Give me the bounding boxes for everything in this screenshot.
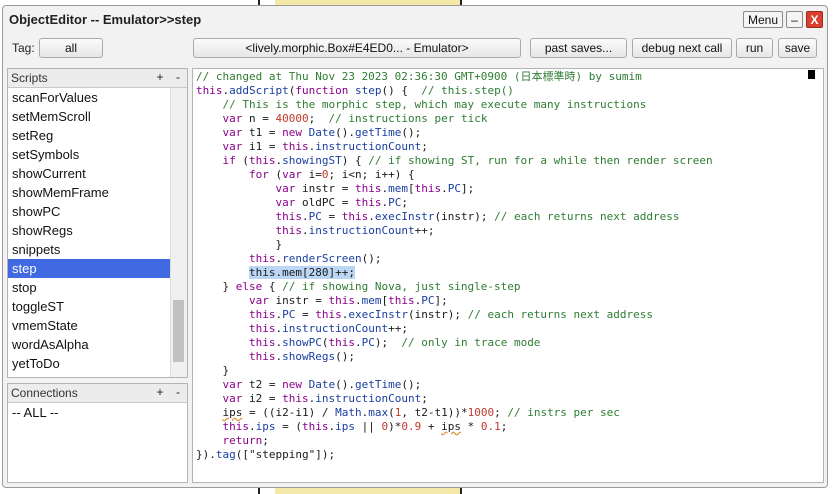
script-item-showpc[interactable]: showPC bbox=[8, 202, 171, 221]
connections-pane: Connections + - -- ALL -- bbox=[7, 383, 188, 483]
add-connection-button[interactable]: + bbox=[153, 385, 167, 400]
editor-scroll-marker bbox=[808, 70, 815, 79]
code-line[interactable]: this.instructionCount++; bbox=[196, 224, 713, 238]
add-script-button[interactable]: + bbox=[153, 70, 167, 85]
script-item-scanforvalues[interactable]: scanForValues bbox=[8, 88, 171, 107]
script-item-step[interactable]: step bbox=[8, 259, 171, 278]
code-line[interactable]: var t1 = new Date().getTime(); bbox=[196, 126, 713, 140]
script-item-vmemstate[interactable]: vmemState bbox=[8, 316, 171, 335]
code-line[interactable]: ips = ((i2-i1) / Math.max(1, t2-t1))*100… bbox=[196, 406, 713, 420]
title-bar[interactable]: ObjectEditor -- Emulator>>step Menu – X bbox=[3, 6, 827, 33]
menu-button[interactable]: Menu bbox=[743, 11, 783, 28]
code-line[interactable]: var instr = this.mem[this.PC]; bbox=[196, 182, 713, 196]
scripts-pane: Scripts + - scanForValues setMemScroll set… bbox=[7, 68, 188, 378]
code-line[interactable]: this.PC = this.execInstr(instr); // each… bbox=[196, 210, 713, 224]
script-item-showmemframe[interactable]: showMemFrame bbox=[8, 183, 171, 202]
code-line[interactable]: var n = 40000; // instructions per tick bbox=[196, 112, 713, 126]
code-line[interactable]: return; bbox=[196, 434, 713, 448]
code-line[interactable]: for (var i=0; i<n; i++) { bbox=[196, 168, 713, 182]
code-line[interactable]: var instr = this.mem[this.PC]; bbox=[196, 294, 713, 308]
code-line[interactable]: this.PC = this.execInstr(instr); // each… bbox=[196, 308, 713, 322]
tag-label: Tag: bbox=[12, 41, 35, 55]
scripts-list: scanForValues setMemScroll setReg setSymbol… bbox=[8, 88, 171, 377]
code-line[interactable]: var i1 = this.instructionCount; bbox=[196, 140, 713, 154]
code-editor[interactable]: // changed at Thu Nov 23 2023 02:36:30 G… bbox=[192, 68, 824, 483]
tag-selector[interactable]: all bbox=[39, 38, 103, 58]
remove-script-button[interactable]: - bbox=[171, 70, 185, 85]
target-object-button[interactable]: <lively.morphic.Box#E4ED0... - Emulator> bbox=[193, 38, 521, 58]
script-item-setreg[interactable]: setReg bbox=[8, 126, 171, 145]
script-item-showregs[interactable]: showRegs bbox=[8, 221, 171, 240]
code-line[interactable]: var t2 = new Date().getTime(); bbox=[196, 378, 713, 392]
scripts-scrollbar[interactable] bbox=[170, 88, 187, 377]
code-line[interactable]: this.instructionCount++; bbox=[196, 322, 713, 336]
minimize-button[interactable]: – bbox=[786, 11, 803, 28]
code-line[interactable]: }).tag(["stepping"]); bbox=[196, 448, 713, 462]
script-item-togglest[interactable]: toggleST bbox=[8, 297, 171, 316]
script-item-snippets[interactable]: snippets bbox=[8, 240, 171, 259]
code-line[interactable]: // This is the morphic step, which may e… bbox=[196, 98, 713, 112]
connections-list: -- ALL -- bbox=[8, 403, 187, 482]
code-line[interactable]: if (this.showingST) { // if showing ST, … bbox=[196, 154, 713, 168]
script-item-wordasalpha[interactable]: wordAsAlpha bbox=[8, 335, 171, 354]
code-line[interactable]: } bbox=[196, 238, 713, 252]
code-line[interactable]: var oldPC = this.PC; bbox=[196, 196, 713, 210]
code-line[interactable]: this.renderScreen(); bbox=[196, 252, 713, 266]
code-text[interactable]: // changed at Thu Nov 23 2023 02:36:30 G… bbox=[196, 70, 713, 462]
close-button[interactable]: X bbox=[806, 11, 823, 28]
object-editor-window: ObjectEditor -- Emulator>>step Menu – X … bbox=[2, 5, 828, 488]
code-line[interactable]: this.showRegs(); bbox=[196, 350, 713, 364]
code-line[interactable]: } bbox=[196, 364, 713, 378]
scripts-scrollbar-thumb[interactable] bbox=[173, 300, 184, 362]
script-item-setsymbols[interactable]: setSymbols bbox=[8, 145, 171, 164]
past-saves-button[interactable]: past saves... bbox=[530, 38, 627, 58]
code-line[interactable]: var i2 = this.instructionCount; bbox=[196, 392, 713, 406]
script-item-stop[interactable]: stop bbox=[8, 278, 171, 297]
code-line[interactable]: this.addScript(function step() { // this… bbox=[196, 84, 713, 98]
save-button[interactable]: save bbox=[778, 38, 817, 58]
code-line[interactable]: } else { // if showing Nova, just single… bbox=[196, 280, 713, 294]
code-line[interactable]: this.showPC(this.PC); // only in trace m… bbox=[196, 336, 713, 350]
remove-connection-button[interactable]: - bbox=[171, 385, 185, 400]
debug-next-call-button[interactable]: debug next call bbox=[632, 38, 732, 58]
connections-pane-header: Connections + - bbox=[8, 384, 187, 403]
code-line[interactable]: this.mem[280]++; bbox=[196, 266, 713, 280]
scripts-pane-header: Scripts + - bbox=[8, 69, 187, 88]
scripts-pane-title: Scripts bbox=[11, 71, 48, 85]
script-item-showcurrent[interactable]: showCurrent bbox=[8, 164, 171, 183]
window-title: ObjectEditor -- Emulator>>step bbox=[9, 12, 202, 27]
run-button[interactable]: run bbox=[736, 38, 773, 58]
connections-pane-title: Connections bbox=[11, 386, 78, 400]
connection-item[interactable]: -- ALL -- bbox=[8, 403, 187, 422]
code-line[interactable]: this.ips = (this.ips || 0)*0.9 + ips * 0… bbox=[196, 420, 713, 434]
script-item-yettodo[interactable]: yetToDo bbox=[8, 354, 171, 373]
code-line[interactable]: // changed at Thu Nov 23 2023 02:36:30 G… bbox=[196, 70, 713, 84]
script-item-setmemscroll[interactable]: setMemScroll bbox=[8, 107, 171, 126]
